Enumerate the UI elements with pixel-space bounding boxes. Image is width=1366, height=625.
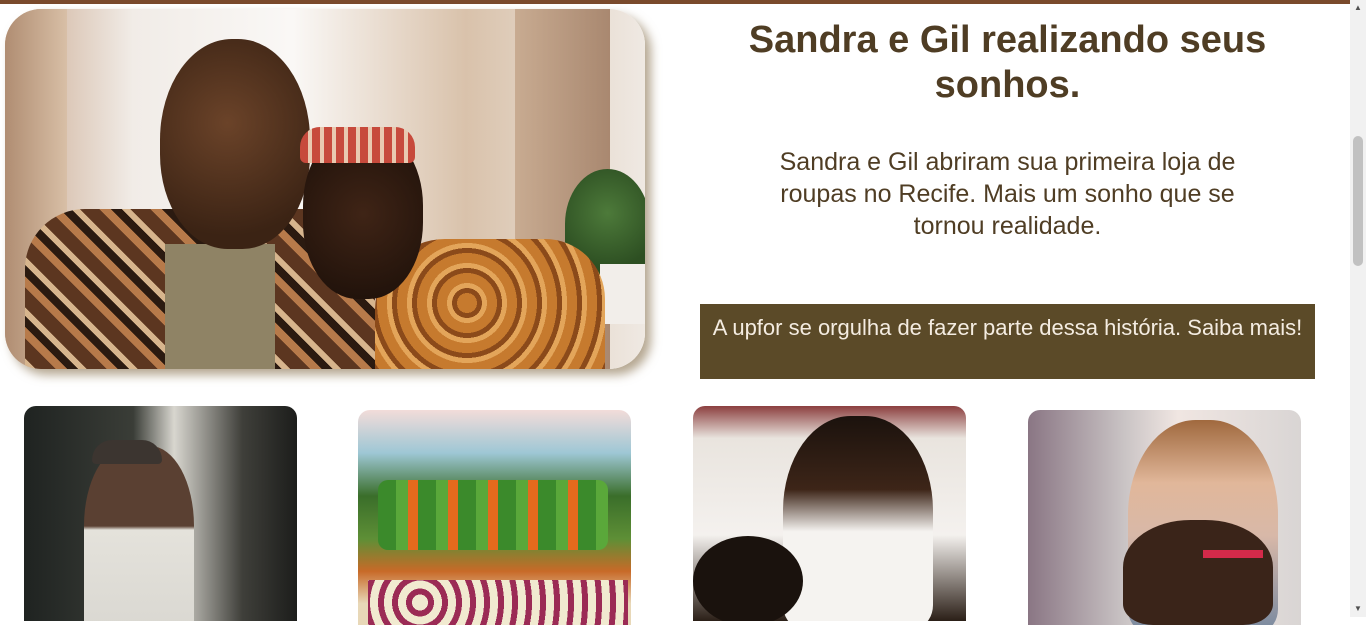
hero-title: Sandra e Gil realizando seus sonhos. (748, 19, 1267, 106)
child-figure (693, 536, 803, 621)
story-card-pet-shop[interactable] (1028, 410, 1301, 625)
baker-figure (84, 446, 194, 621)
scroll-down-icon[interactable]: ▼ (1350, 601, 1366, 617)
dog-figure (1123, 520, 1273, 625)
story-card-hairdresser[interactable] (693, 406, 966, 621)
story-card-baker[interactable] (24, 406, 297, 621)
scrollbar-thumb[interactable] (1353, 136, 1363, 266)
story-card-grocer[interactable] (358, 410, 631, 625)
onions-display (368, 580, 628, 625)
dog-leash (1203, 550, 1263, 558)
baker-cap (92, 440, 162, 464)
hairdresser-figure (783, 416, 933, 621)
scroll-up-icon[interactable]: ▲ (1350, 0, 1366, 16)
top-accent-bar (0, 0, 1350, 4)
hero-photo-couple (5, 9, 645, 369)
vegetables-display (378, 480, 608, 550)
hero-text-block: Sandra e Gil realizando seus sonhos. San… (700, 12, 1315, 242)
learn-more-banner-button[interactable]: A upfor se orgulha de fazer parte dessa … (700, 304, 1315, 379)
page-scrollbar[interactable]: ▲ ▼ (1350, 0, 1366, 617)
hero-description: Sandra e Gil abriram sua primeira loja d… (779, 148, 1236, 240)
